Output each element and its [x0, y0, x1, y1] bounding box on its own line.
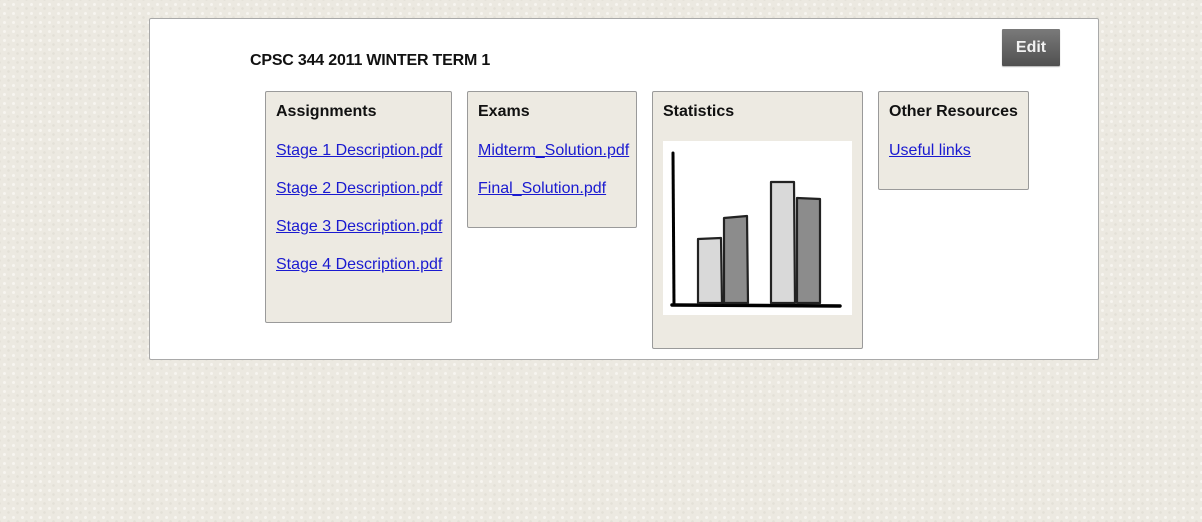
assignments-title: Assignments — [276, 103, 377, 120]
list-item: Stage 2 Description.pdf — [276, 178, 442, 199]
list-item: Stage 1 Description.pdf — [276, 140, 442, 161]
statistics-card: Statistics — [652, 91, 863, 349]
stage-4-description-link[interactable]: Stage 4 Description.pdf — [276, 256, 442, 273]
list-item: Stage 4 Description.pdf — [276, 254, 442, 275]
list-item: Stage 3 Description.pdf — [276, 216, 442, 237]
chart-bar-2 — [722, 214, 750, 305]
statistics-chart-button[interactable] — [663, 141, 852, 315]
chart-bar-3 — [769, 180, 797, 305]
bar-chart-icon — [670, 151, 842, 308]
exams-title: Exams — [478, 103, 530, 120]
chart-bar-1 — [696, 236, 724, 305]
chart-x-axis — [670, 303, 842, 308]
course-panel: CPSC 344 2011 WINTER TERM 1 Edit Assignm… — [149, 18, 1099, 360]
stage-3-description-link[interactable]: Stage 3 Description.pdf — [276, 218, 442, 235]
statistics-title: Statistics — [663, 103, 735, 120]
useful-links-link[interactable]: Useful links — [889, 142, 971, 159]
other-resources-card: Other Resources Useful links — [878, 91, 1029, 190]
assignments-card: Assignments Stage 1 Description.pdf Stag… — [265, 91, 452, 323]
exams-list: Midterm_Solution.pdf Final_Solution.pdf — [478, 140, 629, 199]
chart-bar-4 — [795, 196, 822, 305]
exams-card: Exams Midterm_Solution.pdf Final_Solutio… — [467, 91, 637, 228]
stage-1-description-link[interactable]: Stage 1 Description.pdf — [276, 142, 442, 159]
other-resources-title: Other Resources — [889, 103, 1018, 120]
course-title: CPSC 344 2011 WINTER TERM 1 — [250, 52, 491, 69]
list-item: Useful links — [889, 140, 1018, 161]
chart-y-axis — [671, 151, 676, 307]
assignments-list: Stage 1 Description.pdf Stage 2 Descript… — [276, 140, 442, 275]
final-solution-link[interactable]: Final_Solution.pdf — [478, 180, 606, 197]
midterm-solution-link[interactable]: Midterm_Solution.pdf — [478, 142, 629, 159]
resources-list: Useful links — [889, 140, 1018, 161]
stage-2-description-link[interactable]: Stage 2 Description.pdf — [276, 180, 442, 197]
list-item: Midterm_Solution.pdf — [478, 140, 629, 161]
list-item: Final_Solution.pdf — [478, 178, 626, 199]
edit-button[interactable]: Edit — [1002, 29, 1060, 66]
